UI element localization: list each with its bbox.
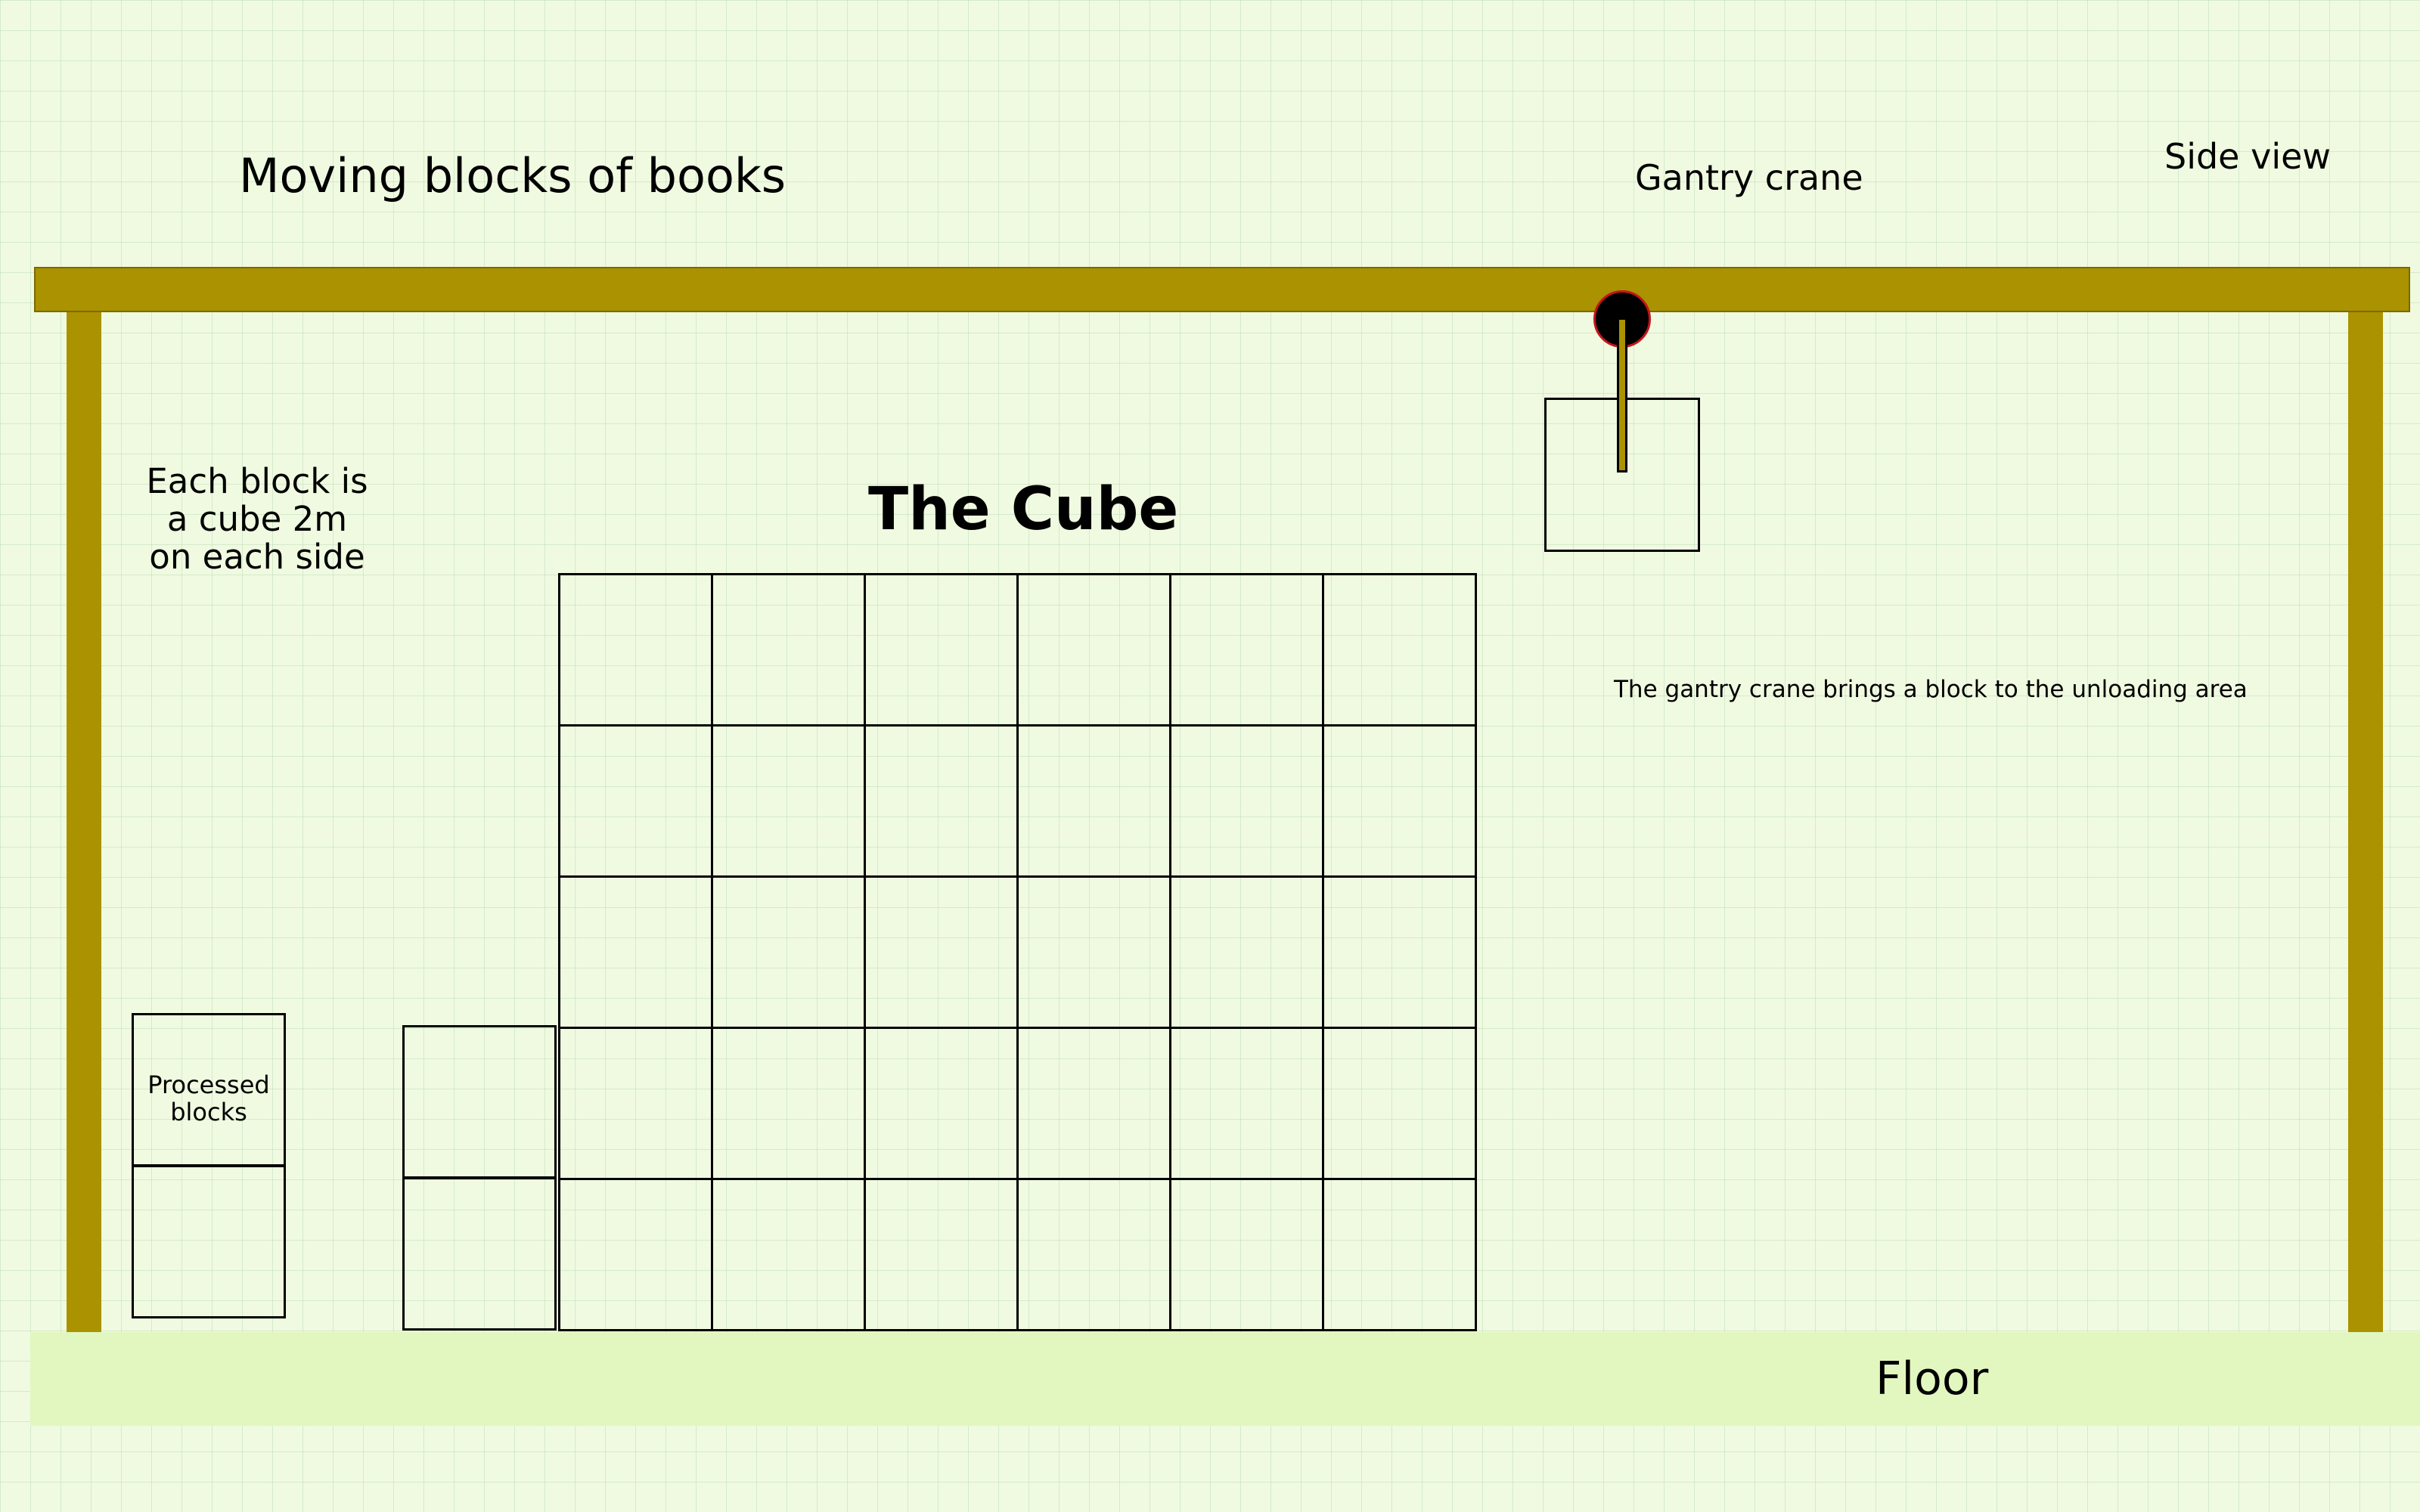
cube-label: The Cube [868, 476, 1179, 544]
waiting-block [402, 1176, 557, 1331]
crane-label: Gantry crane [1635, 157, 1863, 198]
view-label: Side view [2164, 136, 2332, 177]
cube-block [1169, 573, 1324, 727]
cube-block [558, 1178, 713, 1331]
cube-block [711, 724, 866, 878]
processed-block: Processed blocks [132, 1013, 286, 1167]
cube-block [864, 724, 1019, 878]
cube-block [711, 875, 866, 1029]
cube-block [1169, 1027, 1324, 1180]
cube-block [1322, 724, 1477, 878]
cube-block [864, 1027, 1019, 1180]
cube-block [864, 1178, 1019, 1331]
cube-block [1322, 573, 1477, 727]
block-size-note-line-3: on each side [149, 537, 365, 577]
block-size-note-line-1: Each block is [146, 461, 368, 501]
cube-block [1169, 1178, 1324, 1331]
cube-grid [558, 573, 1477, 1332]
cube-block [1016, 875, 1171, 1029]
gantry-beam [34, 267, 2410, 312]
diagram-title: Moving blocks of books [239, 148, 786, 203]
block-size-note-line-2: a cube 2m [166, 499, 348, 539]
gantry-right-leg [2348, 312, 2383, 1333]
cube-block [1016, 1178, 1171, 1331]
crane-note: The gantry crane brings a block to the u… [1614, 676, 2248, 703]
cube-block [1322, 1027, 1477, 1180]
crane-cable [1617, 318, 1627, 472]
gantry-left-leg [67, 312, 101, 1333]
block-size-note: Each block is a cube 2m on each side [129, 463, 386, 576]
floor-label: Floor [1876, 1352, 1989, 1405]
cube-block [558, 1027, 713, 1180]
cube-block [1169, 875, 1324, 1029]
cube-block [1322, 875, 1477, 1029]
cube-block [711, 1027, 866, 1180]
cube-block [864, 573, 1019, 727]
cube-block [864, 875, 1019, 1029]
floor [30, 1332, 2420, 1426]
waiting-block [402, 1025, 557, 1179]
cube-block [1169, 724, 1324, 878]
processed-label: Processed blocks [134, 1071, 284, 1126]
processed-block [132, 1164, 286, 1318]
cube-block [558, 573, 713, 727]
cube-block [558, 875, 713, 1029]
cube-block [711, 1178, 866, 1331]
cube-block [711, 573, 866, 727]
cube-block [1322, 1178, 1477, 1331]
cube-block [558, 724, 713, 878]
cube-block [1016, 573, 1171, 727]
processed-label-line-2: blocks [170, 1098, 247, 1126]
cube-block [1016, 724, 1171, 878]
processed-label-line-1: Processed [147, 1070, 270, 1099]
cube-block [1016, 1027, 1171, 1180]
